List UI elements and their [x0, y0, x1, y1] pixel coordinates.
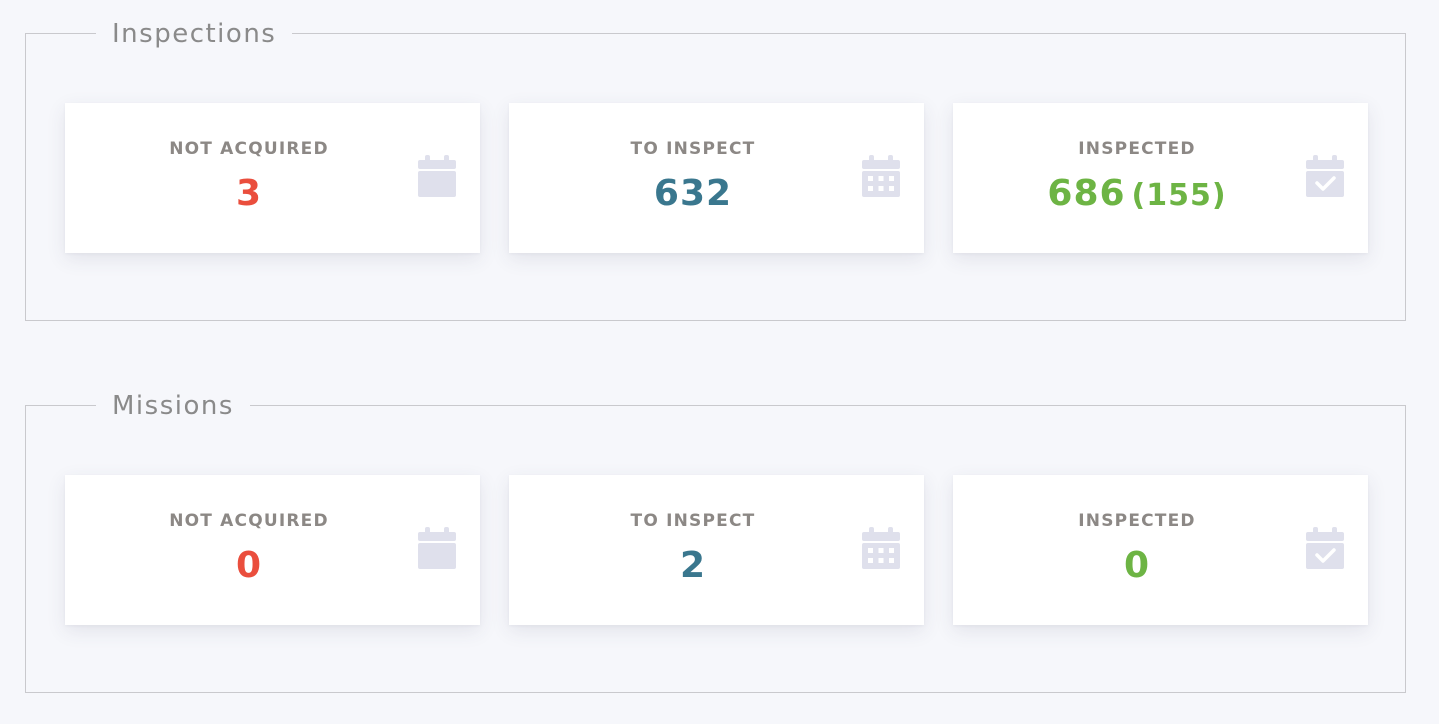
calendar-grid-icon — [862, 155, 900, 197]
missions-section: Missions NOT ACQUIRED 0 TO INSPECT 2 INS… — [25, 389, 1406, 693]
calendar-blank-icon — [418, 155, 456, 197]
inspected-sub-value: (155) — [1131, 178, 1227, 213]
inspected-label: INSPECTED — [1078, 139, 1196, 159]
missions-title: Missions — [96, 389, 250, 423]
inspections-title: Inspections — [96, 17, 293, 51]
not-acquired-value: 3 — [235, 173, 263, 214]
inspections-section: Inspections NOT ACQUIRED 3 TO INSPECT 63… — [25, 17, 1406, 321]
calendar-check-icon — [1306, 527, 1344, 569]
inspected-label: INSPECTED — [1078, 511, 1196, 531]
inspections-to-inspect-card[interactable]: TO INSPECT 632 — [509, 103, 924, 253]
missions-not-acquired-card[interactable]: NOT ACQUIRED 0 — [65, 475, 480, 625]
to-inspect-value: 2 — [679, 545, 707, 586]
to-inspect-value: 632 — [653, 173, 733, 214]
inspections-not-acquired-card[interactable]: NOT ACQUIRED 3 — [65, 103, 480, 253]
not-acquired-label: NOT ACQUIRED — [169, 511, 329, 531]
not-acquired-value: 0 — [235, 545, 263, 586]
not-acquired-label: NOT ACQUIRED — [169, 139, 329, 159]
to-inspect-label: TO INSPECT — [630, 511, 756, 531]
missions-to-inspect-card[interactable]: TO INSPECT 2 — [509, 475, 924, 625]
inspected-value: 686 (155) — [1047, 173, 1227, 214]
calendar-grid-icon — [862, 527, 900, 569]
missions-inspected-card[interactable]: INSPECTED 0 — [953, 475, 1368, 625]
calendar-check-icon — [1306, 155, 1344, 197]
calendar-blank-icon — [418, 527, 456, 569]
inspected-value: 0 — [1123, 545, 1151, 586]
inspections-inspected-card[interactable]: INSPECTED 686 (155) — [953, 103, 1368, 253]
to-inspect-label: TO INSPECT — [630, 139, 756, 159]
